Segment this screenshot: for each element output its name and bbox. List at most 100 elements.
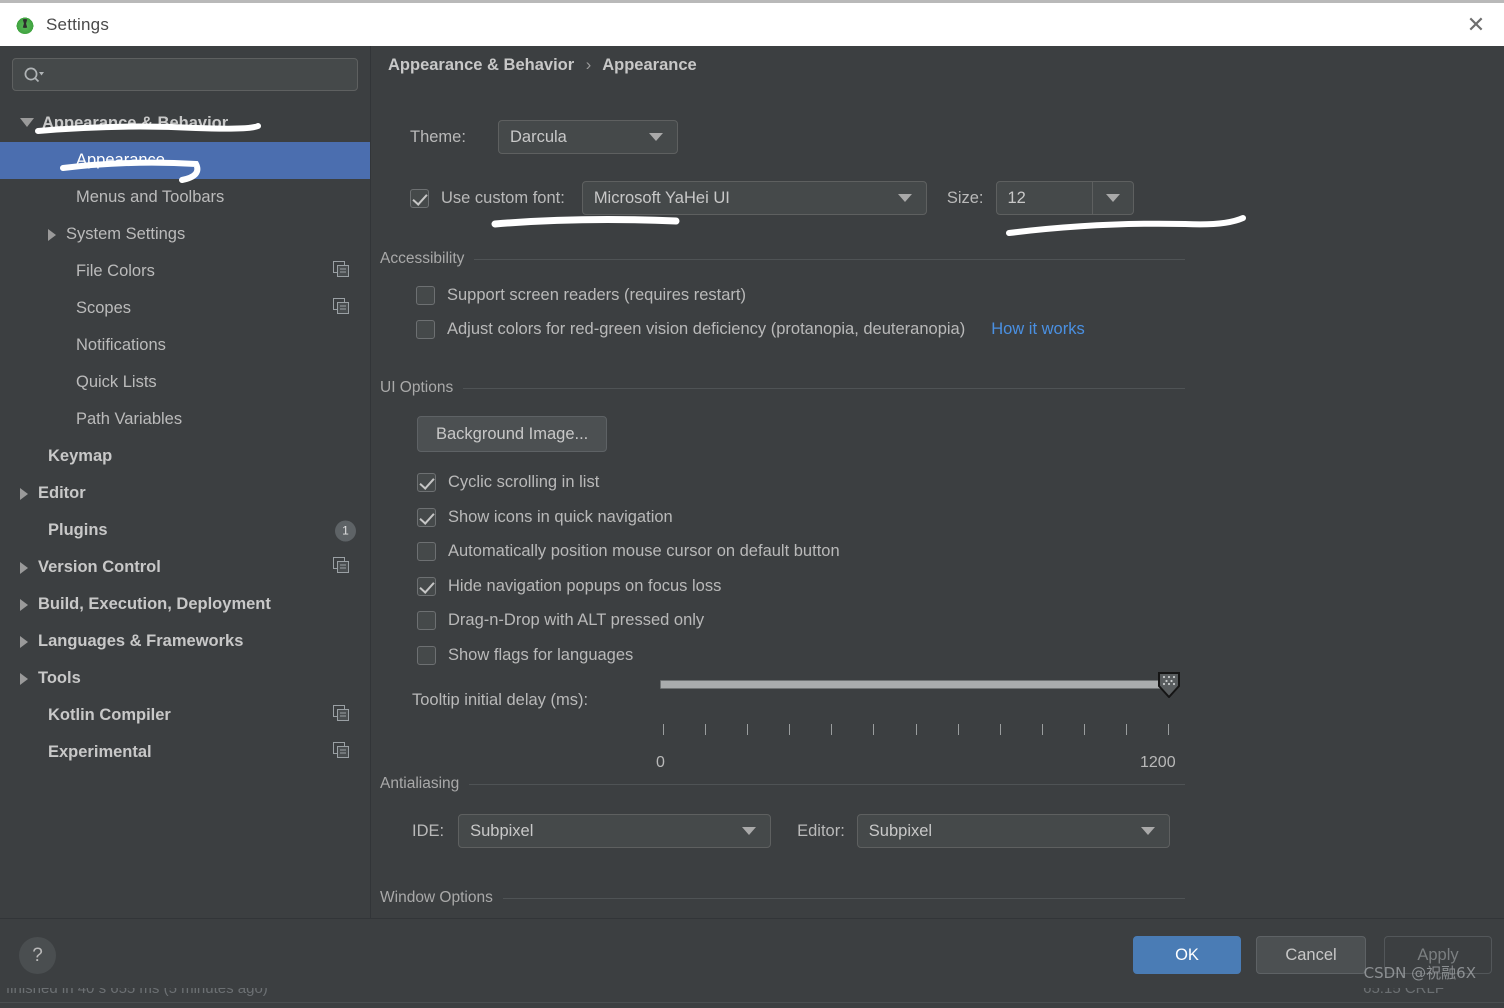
sidebar-item-appearance[interactable]: Appearance bbox=[0, 142, 370, 179]
sidebar-item-label: Notifications bbox=[76, 336, 166, 354]
chevron-right-icon[interactable] bbox=[20, 598, 28, 611]
theme-row: Theme: Darcula bbox=[410, 120, 678, 154]
sidebar-item-label: Menus and Toolbars bbox=[76, 188, 225, 206]
chevron-right-icon[interactable] bbox=[20, 672, 28, 685]
screen-readers-label: Support screen readers (requires restart… bbox=[447, 286, 746, 304]
sidebar-item-keymap[interactable]: Keymap bbox=[0, 438, 370, 475]
breadcrumb: Appearance & Behavior › Appearance bbox=[388, 56, 697, 75]
sidebar-item-quick-lists[interactable]: Quick Lists bbox=[0, 364, 370, 401]
copy-icon bbox=[333, 704, 350, 727]
sidebar-item-label: File Colors bbox=[76, 262, 155, 280]
copy-icon bbox=[333, 741, 350, 764]
copy-icon bbox=[333, 556, 350, 579]
cancel-button[interactable]: Cancel bbox=[1256, 936, 1366, 974]
sidebar-item-version-control[interactable]: Version Control bbox=[0, 549, 370, 586]
plugins-update-badge: 1 bbox=[335, 520, 356, 541]
color-deficiency-row[interactable]: Adjust colors for red-green vision defic… bbox=[416, 320, 1085, 339]
editor-antialiasing-value: Subpixel bbox=[868, 821, 933, 840]
ide-antialiasing-value: Subpixel bbox=[470, 821, 534, 840]
slider-tick bbox=[1083, 724, 1085, 735]
chevron-down-icon bbox=[742, 827, 757, 835]
slider-tick bbox=[831, 724, 833, 735]
sidebar-item-label: Appearance & Behavior bbox=[42, 114, 229, 132]
sidebar-item-appearance-behavior[interactable]: Appearance & Behavior bbox=[0, 105, 370, 142]
sidebar-item-kotlin-compiler[interactable]: Kotlin Compiler bbox=[0, 697, 370, 734]
custom-font-row: Use custom font: Microsoft YaHei UI Size… bbox=[410, 181, 1134, 215]
ui-option-checkbox[interactable] bbox=[417, 542, 436, 561]
theme-select[interactable]: Darcula bbox=[498, 120, 678, 154]
how-it-works-link[interactable]: How it works bbox=[991, 320, 1085, 339]
sidebar-item-label: Plugins bbox=[48, 521, 108, 539]
ui-option-label: Drag-n-Drop with ALT pressed only bbox=[448, 611, 705, 629]
ui-option-checkbox[interactable] bbox=[417, 611, 436, 630]
chevron-right-icon[interactable] bbox=[48, 228, 56, 241]
ui-option-row[interactable]: Show flags for languages bbox=[417, 645, 634, 665]
ui-option-row[interactable]: Hide navigation popups on focus loss bbox=[417, 576, 721, 596]
sidebar-item-label: Version Control bbox=[38, 558, 161, 576]
ui-option-checkbox[interactable] bbox=[417, 507, 436, 527]
ui-option-row[interactable]: Automatically position mouse cursor on d… bbox=[417, 542, 840, 561]
ui-option-row[interactable]: Drag-n-Drop with ALT pressed only bbox=[417, 611, 704, 630]
sidebar-item-menus-and-toolbars[interactable]: Menus and Toolbars bbox=[0, 179, 370, 216]
theme-label: Theme: bbox=[410, 127, 466, 146]
ui-option-checkbox[interactable] bbox=[417, 645, 436, 665]
accessibility-title: Accessibility bbox=[380, 250, 465, 267]
sidebar-item-label: System Settings bbox=[66, 225, 186, 243]
breadcrumb-parent[interactable]: Appearance & Behavior bbox=[388, 56, 574, 74]
sidebar-item-label: Quick Lists bbox=[76, 373, 157, 391]
sidebar-item-path-variables[interactable]: Path Variables bbox=[0, 401, 370, 438]
section-divider bbox=[469, 783, 1185, 785]
font-size-select[interactable]: 12 bbox=[995, 181, 1134, 215]
background-image-button[interactable]: Background Image... bbox=[417, 416, 608, 452]
ui-option-checkbox[interactable] bbox=[417, 473, 436, 492]
help-button[interactable]: ? bbox=[19, 937, 56, 974]
ui-option-label: Show flags for languages bbox=[448, 645, 634, 664]
sidebar-item-label: Kotlin Compiler bbox=[48, 706, 171, 724]
slider-tick bbox=[1041, 724, 1043, 735]
sidebar-item-file-colors[interactable]: File Colors bbox=[0, 253, 370, 290]
ui-option-checkbox[interactable] bbox=[417, 576, 436, 596]
chevron-right-icon[interactable] bbox=[20, 635, 28, 648]
chevron-down-icon bbox=[1140, 827, 1155, 835]
sidebar-item-build-execution-deployment[interactable]: Build, Execution, Deployment bbox=[0, 586, 370, 623]
use-custom-font-label: Use custom font: bbox=[441, 188, 565, 207]
window-options-section-header: Window Options bbox=[380, 889, 1185, 907]
chevron-right-icon[interactable] bbox=[20, 487, 28, 500]
ui-option-row[interactable]: Show icons in quick navigation bbox=[417, 507, 673, 527]
sidebar-item-languages-frameworks[interactable]: Languages & Frameworks bbox=[0, 623, 370, 660]
chevron-down-icon bbox=[897, 194, 912, 202]
sidebar-item-scopes[interactable]: Scopes bbox=[0, 290, 370, 327]
antialiasing-title: Antialiasing bbox=[380, 775, 460, 792]
screen-readers-checkbox[interactable] bbox=[416, 286, 435, 305]
slider-tick bbox=[957, 724, 959, 735]
sidebar-item-editor[interactable]: Editor bbox=[0, 475, 370, 512]
sidebar-item-tools[interactable]: Tools bbox=[0, 660, 370, 697]
sidebar-item-label: Path Variables bbox=[76, 410, 183, 428]
sidebar-item-system-settings[interactable]: System Settings bbox=[0, 216, 370, 253]
ide-antialiasing-select[interactable]: Subpixel bbox=[458, 814, 772, 848]
chevron-down-icon[interactable] bbox=[20, 117, 34, 133]
ui-option-row[interactable]: Cyclic scrolling in list bbox=[417, 473, 599, 492]
editor-antialiasing-select[interactable]: Subpixel bbox=[856, 814, 1170, 848]
chevron-right-icon[interactable] bbox=[20, 561, 28, 574]
screen-readers-row[interactable]: Support screen readers (requires restart… bbox=[416, 286, 746, 305]
slider-tick bbox=[747, 724, 749, 735]
sidebar-item-plugins[interactable]: Plugins 1 bbox=[0, 512, 370, 549]
color-deficiency-checkbox[interactable] bbox=[416, 320, 435, 339]
font-size-dropdown-button[interactable] bbox=[1091, 181, 1133, 215]
ok-button[interactable]: OK bbox=[1133, 936, 1241, 974]
ide-status-strip: finished in 40 s 655 ms (5 minutes ago) … bbox=[0, 988, 1504, 1008]
sidebar-item-label: Languages & Frameworks bbox=[38, 632, 244, 650]
sidebar-item-notifications[interactable]: Notifications bbox=[0, 327, 370, 364]
chevron-down-icon bbox=[649, 133, 663, 141]
custom-font-select[interactable]: Microsoft YaHei UI bbox=[581, 181, 927, 215]
use-custom-font-checkbox[interactable] bbox=[410, 188, 429, 208]
tooltip-delay-slider[interactable] bbox=[660, 680, 1168, 689]
close-icon[interactable]: ✕ bbox=[1448, 3, 1504, 46]
sidebar-item-experimental[interactable]: Experimental bbox=[0, 734, 370, 771]
sidebar-item-label: Tools bbox=[38, 669, 81, 687]
tooltip-delay-slider-thumb[interactable] bbox=[1158, 672, 1180, 699]
strip-divider bbox=[0, 1002, 1504, 1003]
search-input[interactable] bbox=[12, 58, 358, 91]
watermark: CSDN @祝融6X bbox=[1363, 964, 1476, 982]
